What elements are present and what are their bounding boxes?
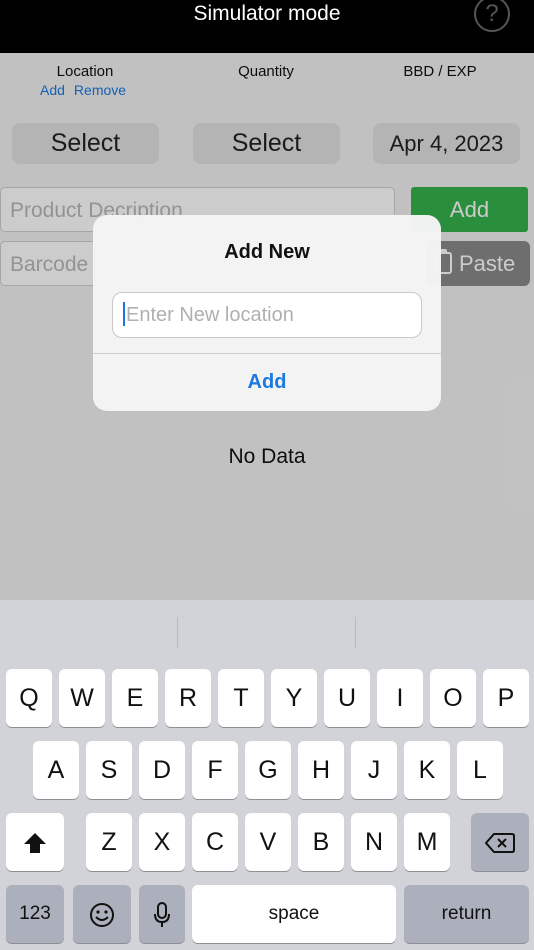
- key-b[interactable]: B: [298, 813, 344, 871]
- dialog-title: Add New: [224, 241, 310, 263]
- new-location-input[interactable]: Enter New location: [112, 292, 422, 338]
- key-f[interactable]: F: [192, 741, 238, 799]
- key-w[interactable]: W: [59, 669, 105, 727]
- key-i[interactable]: I: [377, 669, 423, 727]
- key-s[interactable]: S: [86, 741, 132, 799]
- key-j[interactable]: J: [351, 741, 397, 799]
- help-icon[interactable]: ?: [474, 0, 510, 32]
- suggestion-separator: [177, 617, 178, 648]
- key-u[interactable]: U: [324, 669, 370, 727]
- space-key[interactable]: space: [192, 885, 396, 943]
- key-g[interactable]: G: [245, 741, 291, 799]
- delete-key[interactable]: [471, 813, 529, 871]
- suggestion-separator: [355, 617, 356, 648]
- key-c[interactable]: C: [192, 813, 238, 871]
- shift-icon: [24, 833, 46, 854]
- key-h[interactable]: H: [298, 741, 344, 799]
- app-title: Simulator mode: [193, 2, 341, 25]
- key-o[interactable]: O: [430, 669, 476, 727]
- emoji-icon: [90, 903, 114, 928]
- add-new-dialog: Add New Enter New location Add: [93, 215, 441, 411]
- key-p[interactable]: P: [483, 669, 529, 727]
- shift-key[interactable]: [6, 813, 64, 871]
- key-q[interactable]: Q: [6, 669, 52, 727]
- key-e[interactable]: E: [112, 669, 158, 727]
- emoji-key[interactable]: [73, 885, 131, 943]
- key-m[interactable]: M: [404, 813, 450, 871]
- key-k[interactable]: K: [404, 741, 450, 799]
- key-l[interactable]: L: [457, 741, 503, 799]
- microphone-key[interactable]: [139, 885, 185, 943]
- key-n[interactable]: N: [351, 813, 397, 871]
- microphone-icon: [154, 902, 170, 928]
- new-location-placeholder: Enter New location: [126, 304, 294, 326]
- key-d[interactable]: D: [139, 741, 185, 799]
- key-r[interactable]: R: [165, 669, 211, 727]
- key-x[interactable]: X: [139, 813, 185, 871]
- text-caret: [123, 301, 125, 326]
- key-v[interactable]: V: [245, 813, 291, 871]
- return-key[interactable]: return: [404, 885, 529, 943]
- delete-icon: [484, 833, 515, 854]
- numbers-key[interactable]: 123: [6, 885, 64, 943]
- key-z[interactable]: Z: [86, 813, 132, 871]
- key-t[interactable]: T: [218, 669, 264, 727]
- key-y[interactable]: Y: [271, 669, 317, 727]
- key-a[interactable]: A: [33, 741, 79, 799]
- top-bar: Simulator mode ?: [0, 0, 534, 53]
- keyboard: Q W E R T Y U I O P A S D F G H J K L Z …: [0, 600, 534, 950]
- dialog-add-button[interactable]: Add: [93, 354, 441, 411]
